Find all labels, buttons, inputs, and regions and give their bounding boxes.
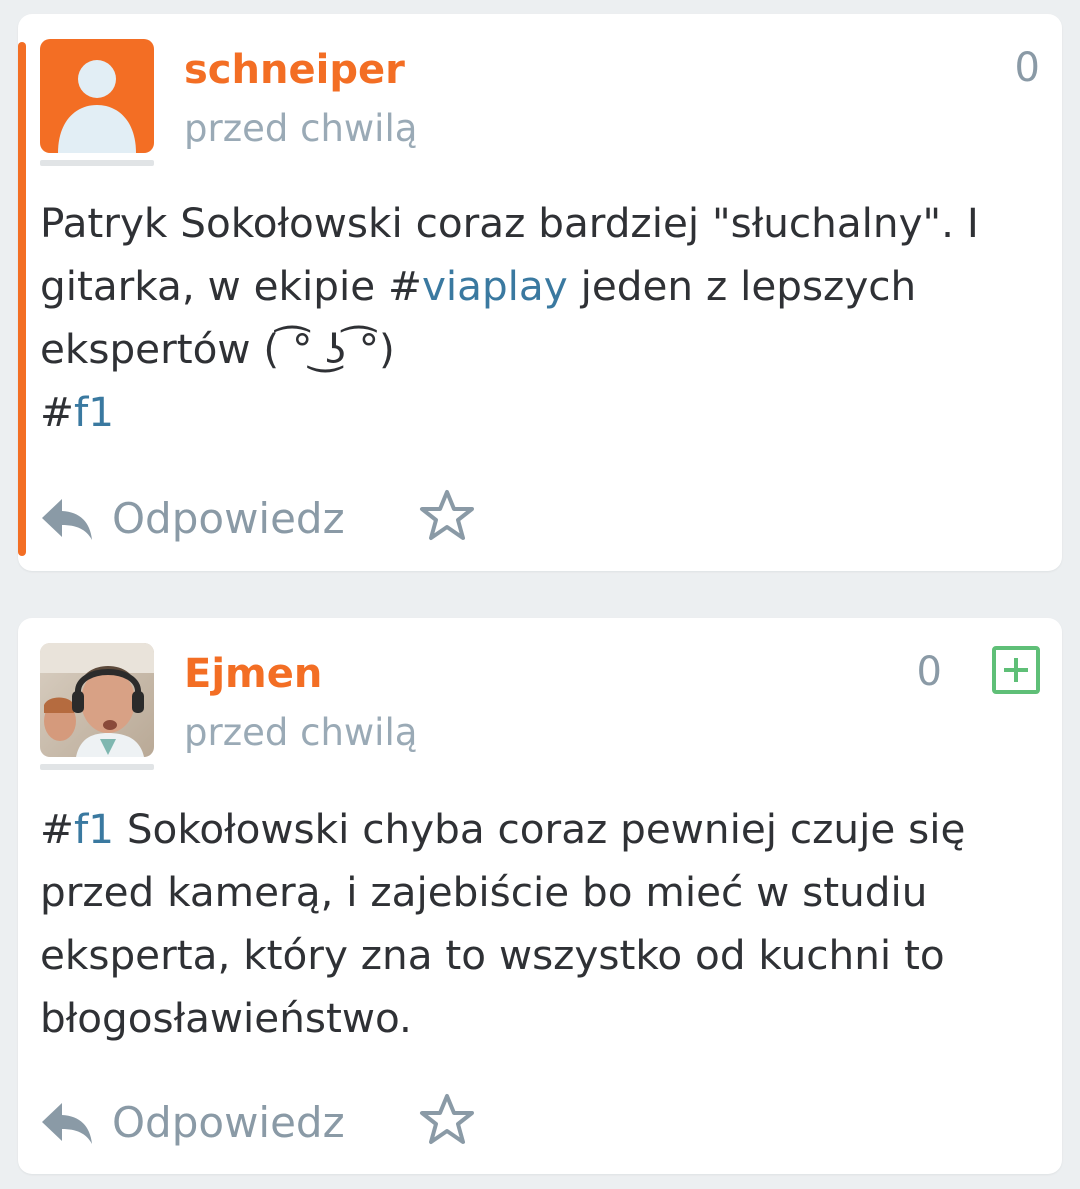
default-user-avatar-icon xyxy=(40,39,154,153)
star-icon xyxy=(420,1094,474,1144)
author-name[interactable]: Ejmen xyxy=(184,650,322,698)
reply-label: Odpowiedz xyxy=(112,494,345,543)
star-icon xyxy=(420,490,474,540)
reply-label: Odpowiedz xyxy=(112,1098,345,1147)
vote-count: 0 xyxy=(916,649,942,695)
entry-text: Sokołowski chyba coraz pewniej czuje się… xyxy=(40,805,966,1042)
favorite-button[interactable] xyxy=(418,1092,476,1148)
post-timestamp[interactable]: przed chwilą xyxy=(184,710,417,756)
tag-link-f1[interactable]: f1 xyxy=(74,388,114,436)
entry-card: schneiper przed chwilą 0 Patryk Sokołows… xyxy=(18,14,1062,571)
tag-hash: # xyxy=(40,388,74,436)
entry-card: Ejmen przed chwilą 0 #f1 Sokołowski chyb… xyxy=(18,618,1062,1174)
reply-icon xyxy=(42,1103,92,1144)
user-photo-avatar-icon xyxy=(40,643,154,757)
favorite-button[interactable] xyxy=(418,488,476,544)
post-timestamp[interactable]: przed chwilą xyxy=(184,106,417,152)
vote-count: 0 xyxy=(1014,45,1040,91)
reply-button[interactable]: Odpowiedz xyxy=(40,491,345,547)
tag-link-viaplay[interactable]: viaplay xyxy=(422,262,568,310)
author-name[interactable]: schneiper xyxy=(184,46,405,94)
own-entry-indicator xyxy=(18,42,26,556)
avatar[interactable] xyxy=(40,643,154,757)
avatar-underline xyxy=(40,764,154,770)
avatar-underline xyxy=(40,160,154,166)
reply-button[interactable]: Odpowiedz xyxy=(40,1095,345,1151)
entry-body: #f1 Sokołowski chyba coraz pewniej czuje… xyxy=(40,798,1030,1050)
avatar[interactable] xyxy=(40,39,154,153)
tag-link-f1[interactable]: f1 xyxy=(74,805,114,853)
upvote-plus-button[interactable] xyxy=(992,646,1040,694)
entry-body: Patryk Sokołowski coraz bardziej "słucha… xyxy=(40,192,1030,444)
tag-hash: # xyxy=(40,805,74,853)
reply-icon xyxy=(42,499,92,540)
